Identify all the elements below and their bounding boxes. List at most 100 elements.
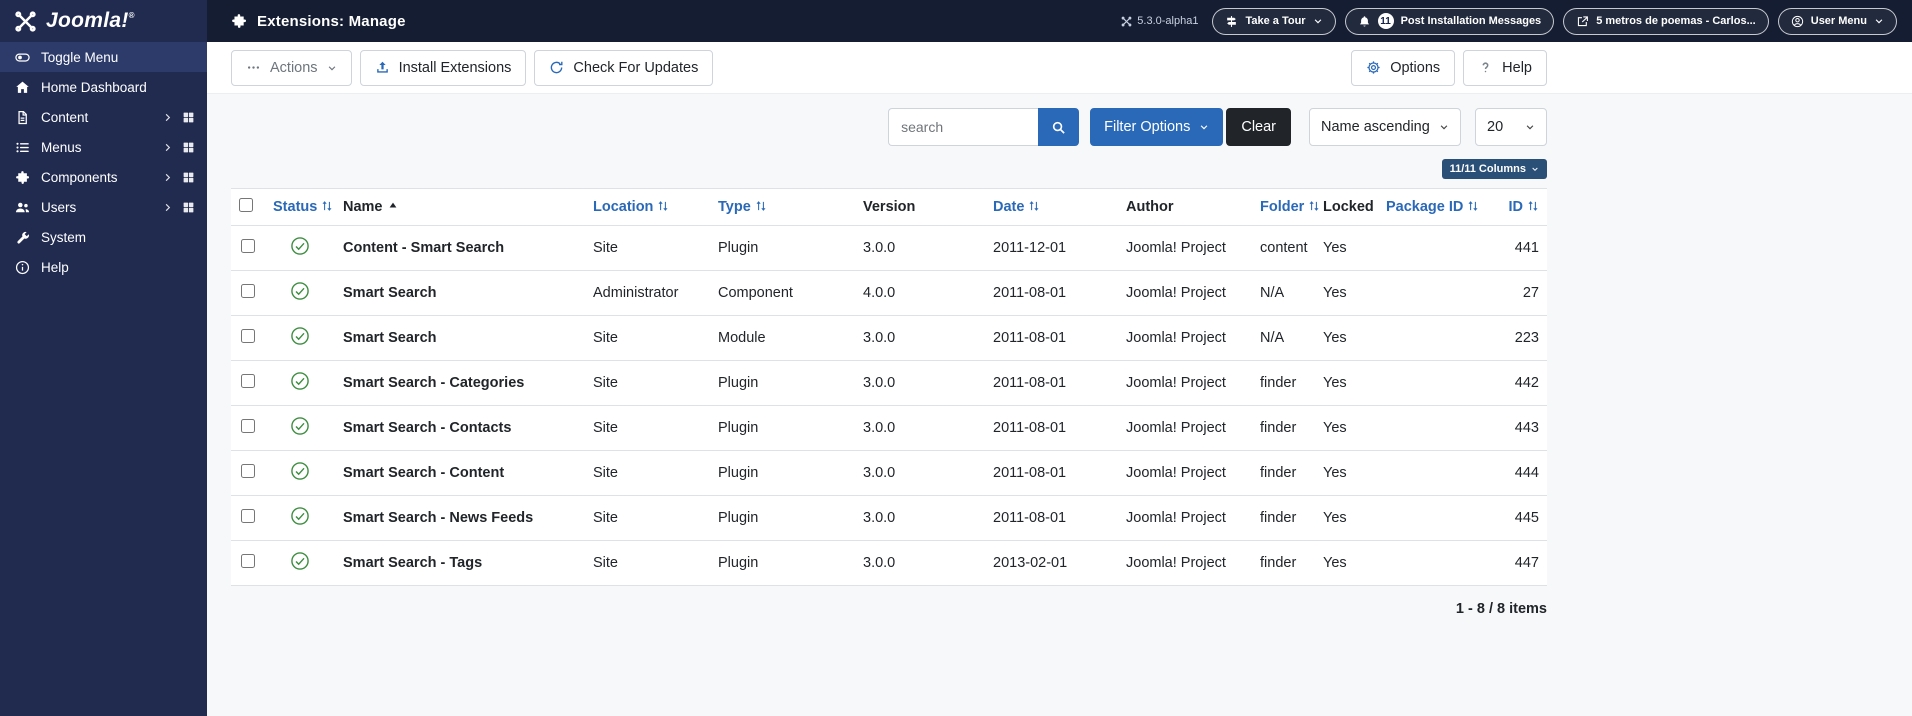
sort-icon — [321, 200, 333, 212]
filter-options-button[interactable]: Filter Options — [1090, 108, 1224, 146]
table-row: Smart Search - Content Site Plugin 3.0.0 201… — [231, 450, 1547, 496]
check-circle-icon[interactable] — [290, 461, 310, 481]
sidebar-item-toggle-menu[interactable]: Toggle Menu — [0, 42, 207, 72]
row-checkbox[interactable] — [241, 239, 255, 253]
check-circle-icon[interactable] — [290, 281, 310, 301]
toolbar-button-label: Actions — [270, 59, 318, 76]
sidebar-item-label: Content — [41, 109, 89, 125]
column-header-id[interactable]: ID — [1490, 188, 1547, 226]
sidebar-item-label: Help — [41, 259, 69, 275]
sidebar-item-home-dashboard[interactable]: Home Dashboard — [0, 72, 207, 102]
limit-select[interactable]: 20 — [1475, 108, 1547, 146]
select-all-checkbox[interactable] — [239, 198, 253, 212]
chevron-right-icon — [162, 202, 173, 213]
grid-icon[interactable] — [182, 201, 195, 214]
bell-icon — [1358, 15, 1371, 28]
cell-id: 441 — [1490, 225, 1547, 271]
search-input[interactable] — [888, 108, 1039, 146]
cell-type: Plugin — [710, 495, 855, 541]
column-header-version: Version — [855, 188, 985, 226]
cell-author: Joomla! Project — [1118, 315, 1252, 361]
toolbar-button-label: Options — [1390, 59, 1441, 76]
column-header-type[interactable]: Type — [710, 188, 855, 226]
extensions-table: Status Name Location Type Version Date Author F… — [231, 188, 1547, 586]
grid-icon[interactable] — [182, 141, 195, 154]
table-row: Smart Search Administrator Component 4.0.0 2… — [231, 270, 1547, 316]
check-circle-icon[interactable] — [290, 551, 310, 571]
column-header-location[interactable]: Location — [585, 188, 710, 226]
row-checkbox[interactable] — [241, 509, 255, 523]
column-header-label: Name — [343, 199, 383, 215]
cell-location: Site — [585, 540, 710, 586]
cell-folder: N/A — [1252, 270, 1315, 316]
chevron-down-icon — [327, 63, 337, 73]
cell-date: 2011-08-01 — [985, 450, 1118, 496]
cell-author: Joomla! Project — [1118, 450, 1252, 496]
topbar-pill-post-installation-messages[interactable]: 11 Post Installation Messages — [1344, 7, 1555, 35]
search-button[interactable] — [1038, 108, 1080, 146]
actions-button[interactable]: Actions — [231, 49, 352, 86]
column-header-label: ID — [1508, 199, 1524, 215]
topbar-pill-take-a-tour[interactable]: Take a Tour — [1212, 7, 1336, 35]
row-status-cell — [265, 315, 335, 361]
check-circle-icon[interactable] — [290, 416, 310, 436]
clear-button[interactable]: Clear — [1226, 108, 1291, 146]
sort-select[interactable]: Name ascending — [1309, 108, 1461, 146]
sidebar-item-menus[interactable]: Menus — [0, 132, 207, 162]
help-button[interactable]: Help — [1463, 49, 1547, 86]
main-content: Filter Options Clear Name ascending 20 1… — [207, 94, 1912, 716]
row-checkbox[interactable] — [241, 374, 255, 388]
columns-toggle-button[interactable]: 11/11 Columns — [1441, 159, 1547, 179]
row-select-cell — [231, 405, 265, 451]
cell-location: Site — [585, 225, 710, 271]
sidebar-item-content[interactable]: Content — [0, 102, 207, 132]
joomla-logo[interactable]: Joomla! ® — [0, 0, 207, 42]
cell-location: Site — [585, 315, 710, 361]
limit-select-value: 20 — [1487, 119, 1504, 135]
cell-name: Smart Search - Contacts — [335, 405, 585, 451]
row-checkbox[interactable] — [241, 284, 255, 298]
question-icon — [1478, 60, 1493, 75]
cell-id: 223 — [1490, 315, 1547, 361]
column-header-name[interactable]: Name — [335, 188, 585, 226]
grid-icon[interactable] — [182, 171, 195, 184]
joomla-mark-icon — [1121, 16, 1132, 27]
cell-locked: Yes — [1315, 450, 1378, 496]
info-circle-icon — [15, 260, 30, 275]
sort-icon — [1527, 200, 1539, 212]
column-header-folder[interactable]: Folder — [1252, 188, 1319, 226]
check-circle-icon[interactable] — [290, 371, 310, 391]
check-circle-icon[interactable] — [290, 326, 310, 346]
column-header-author: Author — [1118, 188, 1252, 226]
columns-toggle-label: 11/11 Columns — [1449, 163, 1526, 175]
row-checkbox[interactable] — [241, 554, 255, 568]
filter-options-label: Filter Options — [1104, 119, 1191, 135]
check-for-updates-button[interactable]: Check For Updates — [534, 49, 714, 86]
row-checkbox[interactable] — [241, 329, 255, 343]
topbar-pill-site-preview[interactable]: 5 metros de poemas - Carlos... — [1563, 7, 1769, 35]
row-checkbox[interactable] — [241, 419, 255, 433]
cell-package_id — [1378, 495, 1490, 541]
select-all-header-cell — [231, 188, 265, 226]
check-circle-icon[interactable] — [290, 506, 310, 526]
version-label: 5.3.0-alpha1 — [1137, 15, 1199, 27]
sort-select-value: Name ascending — [1321, 119, 1430, 135]
sidebar-item-extras — [162, 201, 195, 214]
sort-icon — [657, 200, 669, 212]
column-header-status[interactable]: Status — [265, 188, 335, 226]
check-circle-icon[interactable] — [290, 236, 310, 256]
file-icon — [15, 110, 30, 125]
sidebar-item-system[interactable]: System — [0, 222, 207, 252]
cell-type: Plugin — [710, 225, 855, 271]
grid-icon[interactable] — [182, 111, 195, 124]
row-checkbox[interactable] — [241, 464, 255, 478]
sidebar-item-help[interactable]: Help — [0, 252, 207, 282]
topbar-pill-user-menu[interactable]: User Menu — [1777, 7, 1897, 35]
sidebar-item-users[interactable]: Users — [0, 192, 207, 222]
column-header-package_id[interactable]: Package ID — [1378, 188, 1490, 226]
options-button[interactable]: Options — [1351, 49, 1456, 86]
chevron-right-icon — [162, 142, 173, 153]
install-extensions-button[interactable]: Install Extensions — [359, 49, 527, 86]
sidebar-item-components[interactable]: Components — [0, 162, 207, 192]
column-header-date[interactable]: Date — [985, 188, 1118, 226]
